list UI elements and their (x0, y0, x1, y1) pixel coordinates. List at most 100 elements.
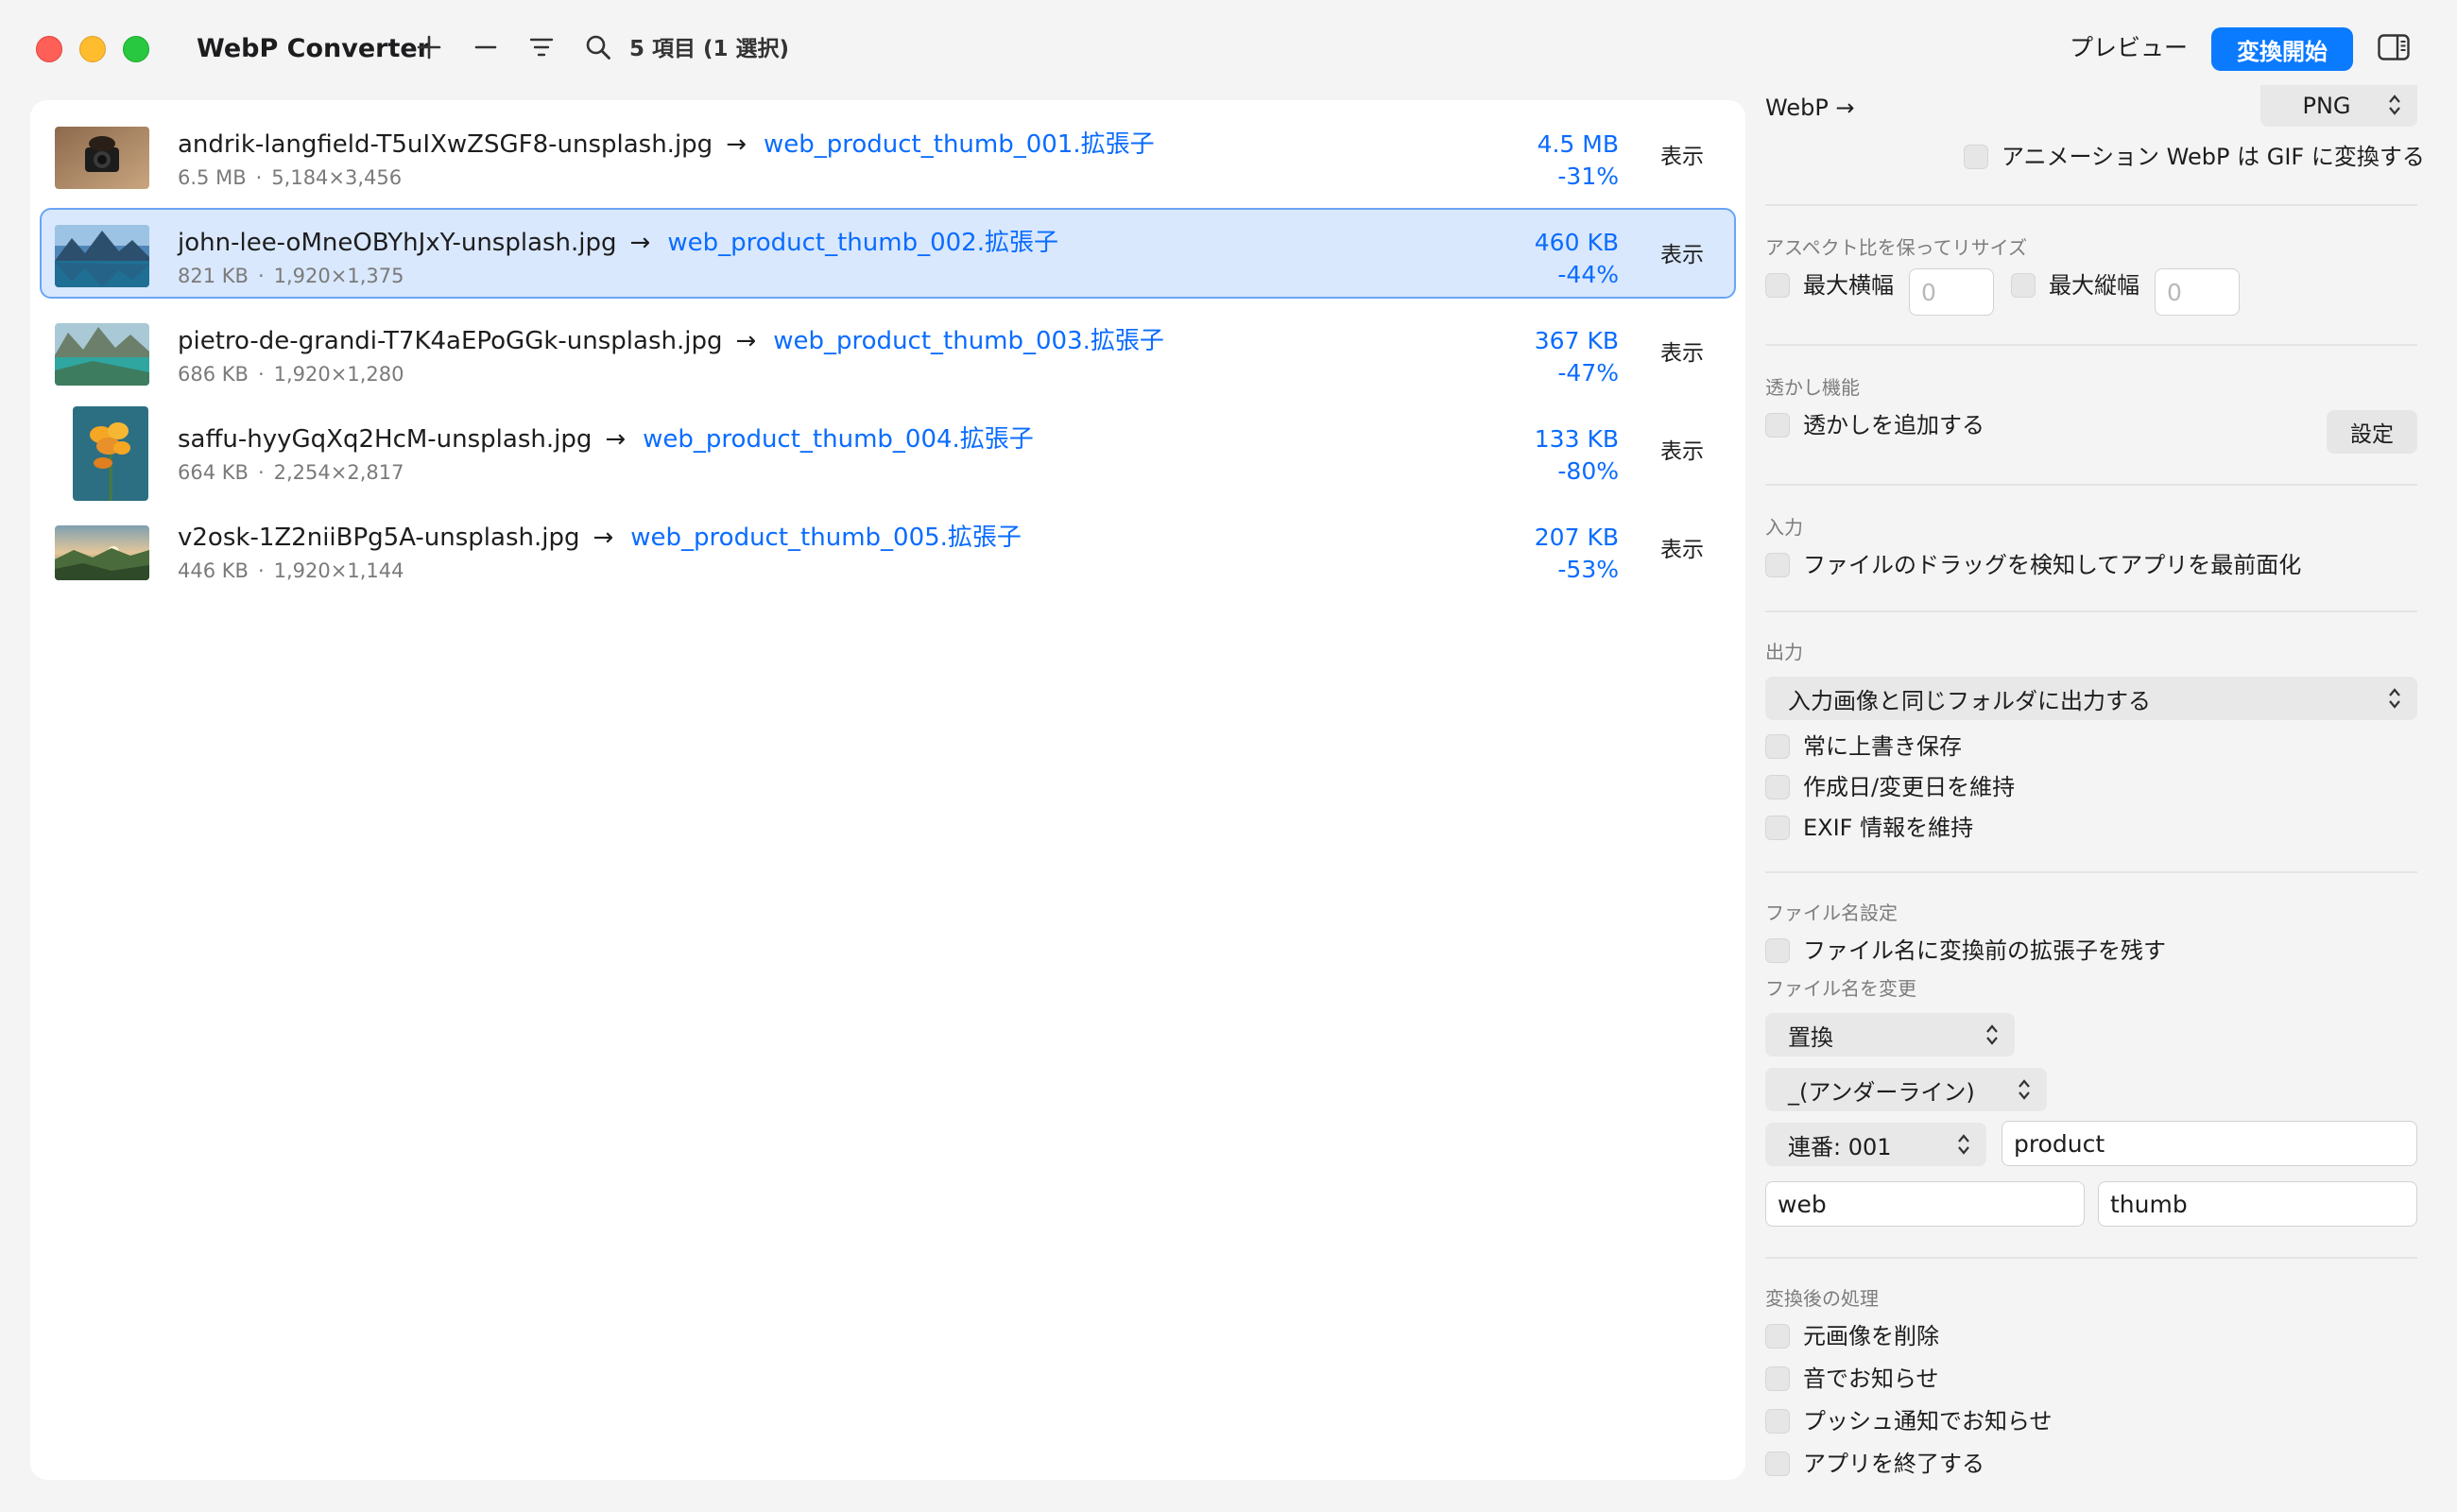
max-width-checkbox[interactable] (1765, 273, 1790, 298)
webp-format-select[interactable]: PNG (2260, 85, 2417, 127)
file-row[interactable]: john-lee-oMneOBYhJxY-unsplash.jpg → web_pr… (40, 208, 1736, 299)
sidebar-toggle-icon[interactable] (2378, 34, 2410, 60)
output-filename: web_product_thumb_003.拡張子 (773, 327, 1164, 355)
thumbnail-image (55, 525, 149, 580)
output-size: 367 KB (1534, 327, 1619, 354)
output-size: 207 KB (1534, 524, 1619, 551)
quit-app-checkbox[interactable] (1765, 1452, 1790, 1476)
watermark-settings-button[interactable]: 設定 (2327, 410, 2417, 454)
rename-subtitle: ファイル名を変更 (1765, 977, 1916, 1000)
compression-ratio: -47% (1557, 359, 1619, 387)
show-button[interactable]: 表示 (1660, 437, 1704, 467)
image-dimensions: 1,920×1,144 (273, 559, 404, 582)
webp-target-label: WebP → (1765, 94, 1855, 121)
thumbnail-image (73, 406, 148, 501)
output-filename: web_product_thumb_002.拡張子 (667, 229, 1058, 257)
keep-exif-option[interactable]: EXIF 情報を維持 (1765, 813, 1973, 843)
source-size: 446 KB (178, 559, 249, 582)
zoom-window-button[interactable] (123, 36, 149, 62)
watermark-option[interactable]: 透かしを追加する (1765, 410, 1984, 440)
watermark-label: 透かしを追加する (1803, 412, 1984, 438)
push-notify-label: プッシュ通知でお知らせ (1803, 1408, 2053, 1435)
item-count-label: 5 項目 (1 選択) (629, 37, 790, 61)
sound-notify-label: 音でお知らせ (1803, 1366, 1939, 1392)
overwrite-checkbox[interactable] (1765, 734, 1790, 759)
compression-ratio: -80% (1557, 457, 1619, 485)
max-height-field[interactable]: 0 (2155, 268, 2240, 316)
compression-ratio: -31% (1557, 163, 1619, 190)
webp-format-value: PNG (2302, 93, 2351, 119)
filter-icon[interactable] (523, 28, 560, 66)
preview-button[interactable]: プレビュー (2070, 32, 2188, 64)
show-button[interactable]: 表示 (1660, 142, 1704, 172)
rename-mode-value: 置換 (1788, 1023, 1833, 1051)
sound-notify-option[interactable]: 音でお知らせ (1765, 1364, 1939, 1394)
max-height-label: 最大縦幅 (2049, 272, 2139, 299)
filename-part-field[interactable]: web (1765, 1181, 2085, 1227)
arrow-right-icon: → (605, 425, 627, 454)
start-convert-button[interactable]: 変換開始 (2211, 27, 2353, 71)
output-section-title: 出力 (1765, 641, 1803, 663)
quit-app-label: アプリを終了する (1803, 1451, 1984, 1477)
remove-icon[interactable] (467, 28, 505, 66)
output-filename: web_product_thumb_005.拡張子 (630, 524, 1022, 552)
drag-front-label: ファイルのドラッグを検知してアプリを最前面化 (1803, 552, 2302, 578)
filename-part-field[interactable]: thumb (2098, 1181, 2417, 1227)
separator-select[interactable]: _(アンダーライン) (1765, 1068, 2047, 1111)
overwrite-label: 常に上書き保存 (1803, 733, 1962, 760)
push-notify-checkbox[interactable] (1765, 1409, 1790, 1434)
push-notify-option[interactable]: プッシュ通知でお知らせ (1765, 1406, 2053, 1436)
keep-dates-checkbox[interactable] (1765, 775, 1790, 799)
drag-front-checkbox[interactable] (1765, 553, 1790, 577)
file-row[interactable]: saffu-hyyGqXq2HcM-unsplash.jpg → web_produ… (40, 404, 1736, 501)
sequence-select[interactable]: 連番: 001 (1765, 1123, 1986, 1166)
quit-app-option[interactable]: アプリを終了する (1765, 1449, 1984, 1479)
filename-part-field[interactable]: product (2002, 1121, 2417, 1166)
sequence-value: 連番: 001 (1788, 1133, 1892, 1160)
close-window-button[interactable] (36, 36, 62, 62)
max-height-option[interactable]: 最大縦幅 (2011, 270, 2139, 301)
source-filename: andrik-langfield-T5uIXwZSGF8-unsplash.jp… (178, 130, 713, 159)
show-button[interactable]: 表示 (1660, 338, 1704, 369)
image-dimensions: 5,184×3,456 (271, 166, 403, 189)
divider (1765, 871, 2417, 873)
source-size: 664 KB (178, 461, 249, 484)
watermark-checkbox[interactable] (1765, 413, 1790, 438)
arrow-right-icon: → (629, 229, 651, 257)
max-height-checkbox[interactable] (2011, 273, 2036, 298)
anim-gif-checkbox[interactable] (1964, 145, 1988, 169)
show-button[interactable]: 表示 (1660, 535, 1704, 565)
add-icon[interactable] (410, 28, 448, 66)
output-folder-select[interactable]: 入力画像と同じフォルダに出力する (1765, 677, 2417, 720)
filename-section-title: ファイル名設定 (1765, 902, 1898, 924)
output-size: 460 KB (1534, 229, 1619, 256)
search-icon[interactable] (579, 28, 617, 66)
keep-ext-option[interactable]: ファイル名に変換前の拡張子を残す (1765, 936, 2166, 966)
delete-source-label: 元画像を削除 (1803, 1323, 1939, 1349)
source-filename: john-lee-oMneOBYhJxY-unsplash.jpg (178, 229, 617, 257)
drag-front-option[interactable]: ファイルのドラッグを検知してアプリを最前面化 (1765, 550, 2301, 580)
keep-dates-option[interactable]: 作成日/変更日を維持 (1765, 772, 2015, 802)
delete-source-option[interactable]: 元画像を削除 (1765, 1321, 1939, 1351)
sound-notify-checkbox[interactable] (1765, 1366, 1790, 1391)
thumbnail-image (55, 225, 149, 287)
file-row[interactable]: andrik-langfield-T5uIXwZSGF8-unsplash.jp… (40, 110, 1736, 200)
delete-source-checkbox[interactable] (1765, 1324, 1790, 1349)
rename-mode-select[interactable]: 置換 (1765, 1013, 2015, 1057)
arrow-right-icon: → (593, 524, 614, 552)
show-button[interactable]: 表示 (1660, 240, 1704, 270)
compression-ratio: -53% (1557, 556, 1619, 583)
keep-exif-checkbox[interactable] (1765, 816, 1790, 840)
file-row[interactable]: v2osk-1Z2niiBPg5A-unsplash.jpg → web_produ… (40, 503, 1736, 593)
app-title: WebP Converter (197, 34, 430, 63)
max-width-field[interactable]: 0 (1909, 268, 1994, 316)
anim-gif-option[interactable]: アニメーション WebP は GIF に変換する (1964, 142, 2425, 172)
minimize-window-button[interactable] (79, 36, 106, 62)
keep-ext-checkbox[interactable] (1765, 938, 1790, 963)
source-size: 686 KB (178, 363, 249, 386)
max-width-option[interactable]: 最大横幅 (1765, 270, 1894, 301)
divider (1765, 1257, 2417, 1259)
file-row[interactable]: pietro-de-grandi-T7K4aEPoGGk-unsplash.jp… (40, 306, 1736, 397)
overwrite-option[interactable]: 常に上書き保存 (1765, 731, 1962, 762)
settings-panel: WebP → PNG アニメーション WebP は GIF に変換する アスペク… (1765, 85, 2425, 1512)
